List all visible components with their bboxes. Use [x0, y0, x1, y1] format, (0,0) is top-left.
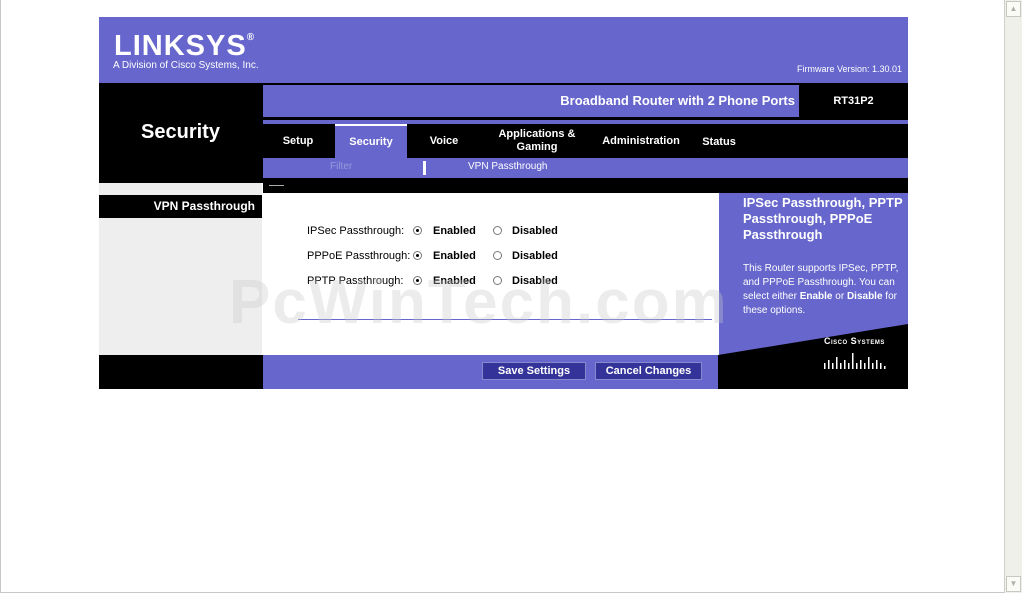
help-text: This Router supports IPSec, PPTP, and PP…: [743, 263, 899, 316]
pppoe-enabled-radio[interactable]: [413, 251, 422, 260]
ipsec-label: IPSec Passthrough:: [307, 225, 405, 237]
subnav-filter[interactable]: Filter: [330, 161, 352, 172]
ipsec-disabled-radio[interactable]: [493, 226, 502, 235]
router-admin-page: LINKSYS® A Division of Cisco Systems, In…: [99, 17, 908, 389]
pptp-disabled-radio[interactable]: [493, 276, 502, 285]
divider-line: [298, 319, 712, 320]
product-name: Broadband Router with 2 Phone Ports: [560, 93, 795, 108]
ipsec-enabled-radio[interactable]: [413, 226, 422, 235]
tab-voice[interactable]: Voice: [409, 124, 479, 158]
pppoe-disabled-label: Disabled: [512, 250, 558, 262]
sub-navigation: Filter VPN Passthrough: [263, 158, 908, 178]
tab-status[interactable]: Status: [691, 124, 747, 158]
ipsec-enabled-label: Enabled: [433, 225, 476, 237]
tab-applications-gaming[interactable]: Applications & Gaming: [483, 124, 591, 158]
strip-dash: [269, 185, 284, 186]
vpn-passthrough-label: VPN Passthrough: [99, 195, 262, 218]
scroll-up-arrow-icon[interactable]: ▲: [1006, 1, 1021, 17]
pptp-enabled-label: Enabled: [433, 275, 476, 287]
pptp-disabled-label: Disabled: [512, 275, 558, 287]
model-number: RT31P2: [833, 95, 874, 107]
logo-subtitle: A Division of Cisco Systems, Inc.: [113, 60, 259, 71]
cisco-bridge-logo-icon: [824, 353, 886, 369]
pppoe-enabled-label: Enabled: [433, 250, 476, 262]
cisco-systems-logo-text: Cisco Systems: [824, 336, 885, 346]
cancel-changes-button[interactable]: Cancel Changes: [595, 362, 702, 380]
pppoe-disabled-radio[interactable]: [493, 251, 502, 260]
pptp-enabled-radio[interactable]: [413, 276, 422, 285]
product-bar: Broadband Router with 2 Phone Ports: [263, 85, 799, 117]
pptp-label: PPTP Passthrough:: [307, 275, 404, 287]
settings-panel: IPSec Passthrough: Enabled Disabled PPPo…: [263, 193, 718, 355]
sub-navigation-strip: [263, 178, 908, 193]
section-title: Security: [141, 121, 220, 143]
help-title: IPSec Passthrough, PPTP Passthrough, PPP…: [743, 195, 903, 242]
cisco-logo-block: Cisco Systems: [718, 324, 908, 389]
scroll-down-arrow-icon[interactable]: ▼: [1006, 576, 1021, 592]
tab-security[interactable]: Security: [335, 124, 407, 158]
save-settings-button[interactable]: Save Settings: [482, 362, 586, 380]
firmware-version: Firmware Version: 1.30.01: [796, 64, 902, 74]
header-bar: LINKSYS® A Division of Cisco Systems, In…: [99, 17, 908, 83]
linksys-logo: LINKSYS®: [114, 30, 256, 62]
subnav-separator: [423, 161, 426, 175]
pppoe-label: PPPoE Passthrough:: [307, 250, 411, 262]
main-tabs: Setup Security Voice Applications & Gami…: [263, 124, 908, 158]
vertical-scrollbar[interactable]: ▲ ▼: [1004, 0, 1022, 593]
tab-administration[interactable]: Administration: [591, 124, 691, 158]
ipsec-disabled-label: Disabled: [512, 225, 558, 237]
tab-setup[interactable]: Setup: [263, 124, 333, 158]
subnav-vpn-passthrough[interactable]: VPN Passthrough: [468, 161, 548, 172]
